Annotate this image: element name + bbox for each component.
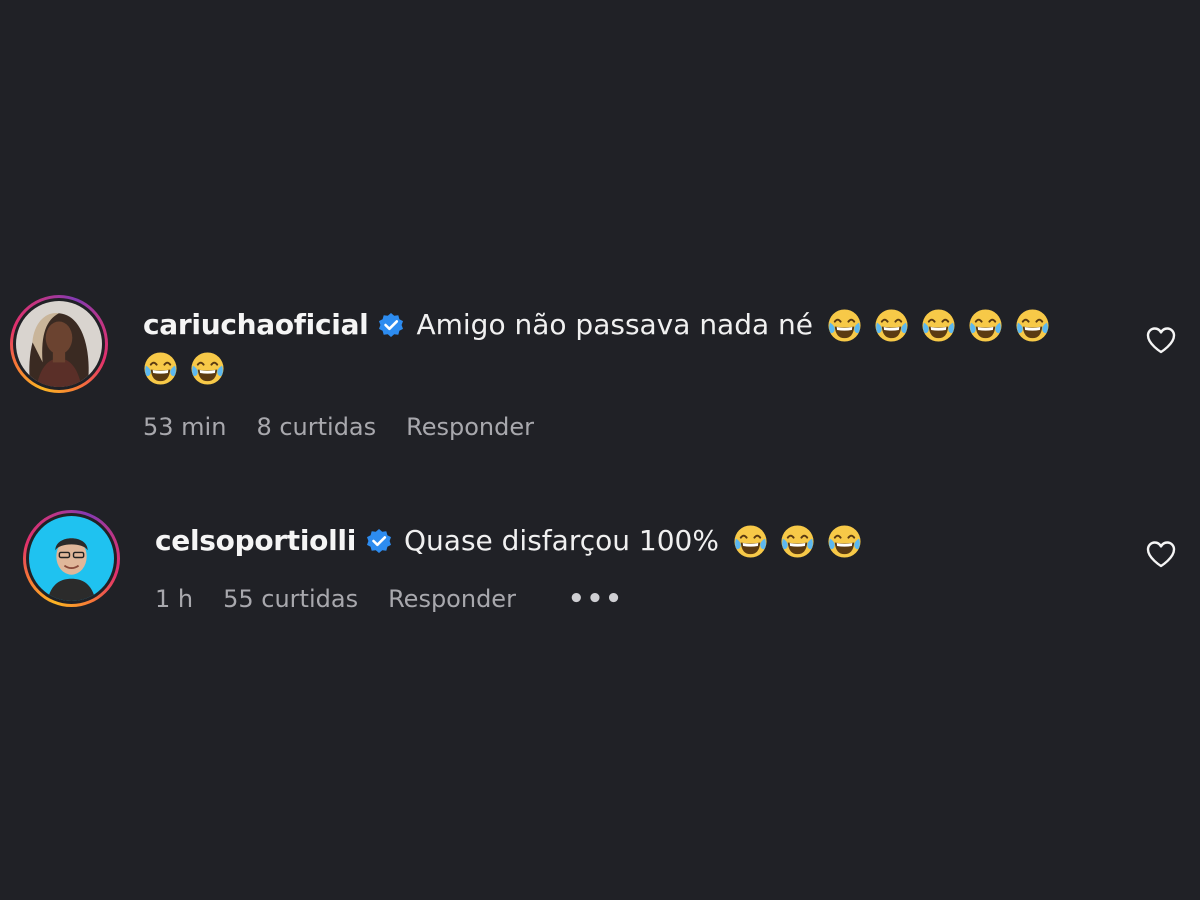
emoji-group xyxy=(143,351,225,386)
avatar xyxy=(16,301,102,387)
comment-meta: 53 min 8 curtidas Responder xyxy=(143,413,564,441)
face-with-tears-of-joy-emoji xyxy=(827,524,862,559)
more-options-icon[interactable]: ••• xyxy=(568,584,624,614)
face-with-tears-of-joy-emoji xyxy=(190,351,225,386)
comments-panel: cariuchaoficial Amigo não passava nada n… xyxy=(0,0,1200,900)
comment-likes-count[interactable]: 8 curtidas xyxy=(256,413,376,441)
comment-likes-count[interactable]: 55 curtidas xyxy=(223,585,358,613)
heart-outline-icon[interactable] xyxy=(1145,325,1177,355)
emoji-group xyxy=(733,524,862,559)
comment-username[interactable]: celsoportiolli xyxy=(155,523,356,559)
verified-badge-icon xyxy=(364,526,394,556)
face-with-tears-of-joy-emoji xyxy=(874,308,909,343)
avatar xyxy=(29,516,114,601)
comment-line: celsoportiolli Quase disfarçou 100% xyxy=(155,523,862,559)
face-with-tears-of-joy-emoji xyxy=(780,524,815,559)
face-with-tears-of-joy-emoji xyxy=(733,524,768,559)
reply-button[interactable]: Responder xyxy=(388,585,516,613)
comment-text: Quase disfarçou 100% xyxy=(404,524,719,557)
avatar-story-ring[interactable] xyxy=(23,510,120,607)
comment-username[interactable]: cariuchaoficial xyxy=(143,307,369,343)
face-with-tears-of-joy-emoji xyxy=(143,351,178,386)
comment-time[interactable]: 1 h xyxy=(155,585,193,613)
heart-outline-icon[interactable] xyxy=(1145,539,1177,569)
face-with-tears-of-joy-emoji xyxy=(921,308,956,343)
face-with-tears-of-joy-emoji xyxy=(1015,308,1050,343)
emoji-group xyxy=(827,308,1050,343)
comment-line: cariuchaoficial Amigo não passava nada n… xyxy=(143,307,1050,343)
comment-line-continued xyxy=(143,351,225,386)
avatar-story-ring[interactable] xyxy=(10,295,108,393)
comment-text: Amigo não passava nada né xyxy=(416,308,814,341)
comment-time[interactable]: 53 min xyxy=(143,413,226,441)
reply-button[interactable]: Responder xyxy=(406,413,534,441)
comment-meta: 1 h 55 curtidas Responder ••• xyxy=(155,584,654,614)
verified-badge-icon xyxy=(376,310,406,340)
face-with-tears-of-joy-emoji xyxy=(968,308,1003,343)
face-with-tears-of-joy-emoji xyxy=(827,308,862,343)
